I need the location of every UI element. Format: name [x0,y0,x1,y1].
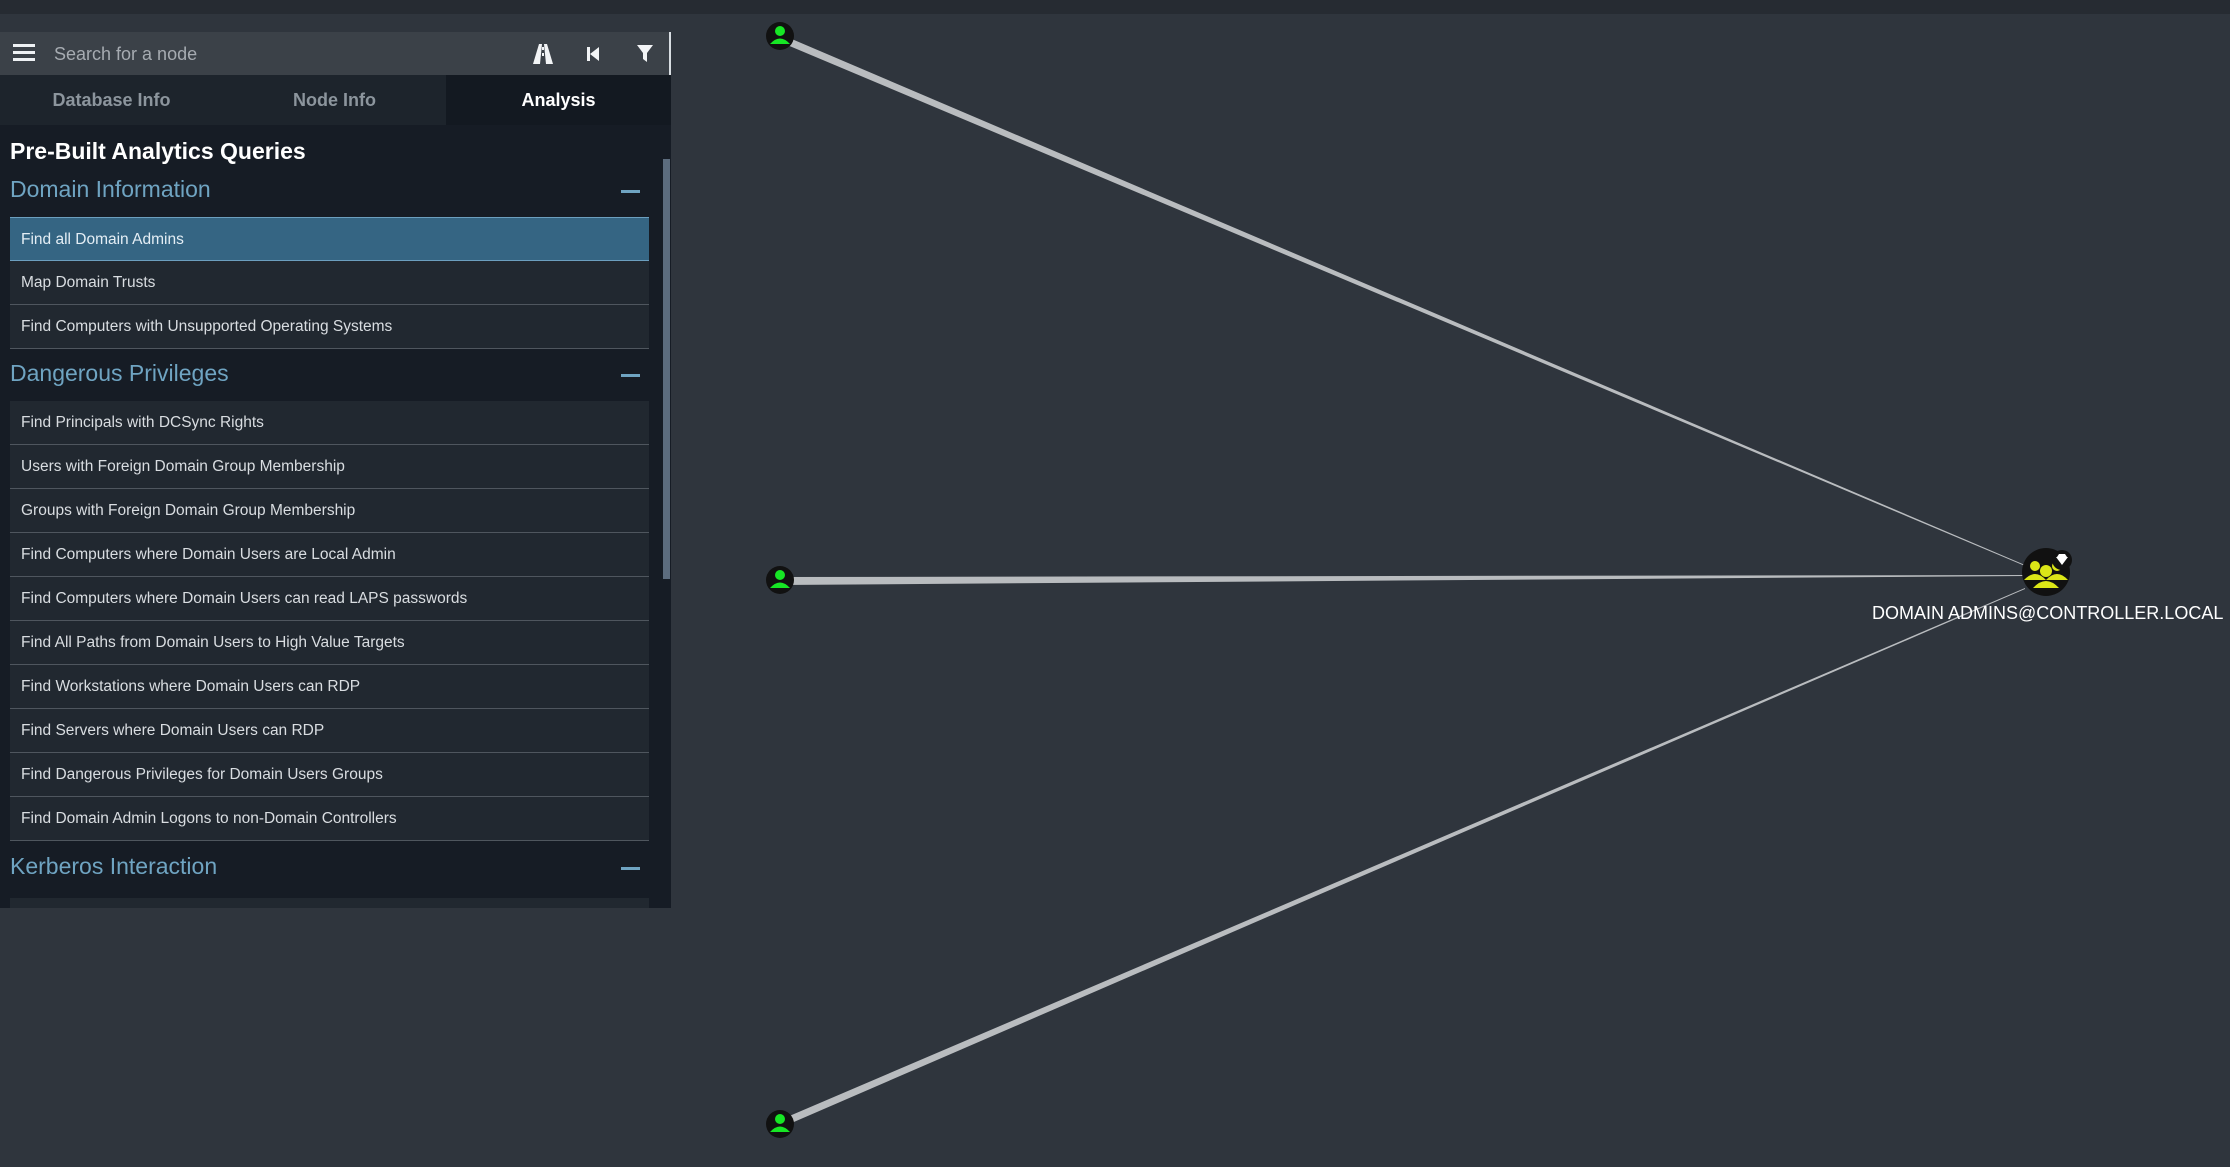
domain-information-list: Find all Domain Admins Map Domain Trusts… [10,217,649,349]
tab-analysis[interactable]: Analysis [446,75,671,125]
query-domain-admin-logons[interactable]: Find Domain Admin Logons to non-Domain C… [10,797,649,841]
section-title: Dangerous Privileges [10,360,229,386]
user-icon [775,570,785,580]
query-find-all-domain-admins[interactable]: Find all Domain Admins [10,217,649,261]
filter-icon[interactable] [632,41,658,67]
edge-user1-to-domain-admins[interactable] [780,34,2025,566]
section-title: Kerberos Interaction [10,853,218,879]
list-item[interactable] [10,898,649,908]
tab-node-info[interactable]: Node Info [223,75,446,125]
query-domain-users-read-laps[interactable]: Find Computers where Domain Users can re… [10,577,649,621]
analysis-title: Pre-Built Analytics Queries [10,138,306,164]
user-node-1[interactable] [766,22,794,50]
query-servers-rdp[interactable]: Find Servers where Domain Users can RDP [10,709,649,753]
tab-database-info[interactable]: Database Info [0,75,223,125]
hamburger-menu-icon[interactable] [13,44,35,64]
section-kerberos-interaction[interactable]: Kerberos Interaction [10,853,650,893]
panel-tabs: Database Info Node Info Analysis [0,75,671,125]
collapse-icon[interactable] [621,867,640,870]
query-dcsync-rights[interactable]: Find Principals with DCSync Rights [10,401,649,445]
domain-admins-node[interactable] [2022,548,2072,596]
user-icon [775,1114,785,1124]
user-icon [775,26,785,36]
section-domain-information[interactable]: Domain Information [10,176,650,216]
search-bar [0,32,671,75]
query-workstations-rdp[interactable]: Find Workstations where Domain Users can… [10,665,649,709]
query-unsupported-operating-systems[interactable]: Find Computers with Unsupported Operatin… [10,305,649,349]
section-dangerous-privileges[interactable]: Dangerous Privileges [10,360,650,400]
collapse-icon[interactable] [621,190,640,193]
edge-user2-to-domain-admins[interactable] [781,575,2025,585]
user-node-3[interactable] [766,1110,794,1138]
query-domain-users-local-admin[interactable]: Find Computers where Domain Users are Lo… [10,533,649,577]
query-map-domain-trusts[interactable]: Map Domain Trusts [10,261,649,305]
search-input[interactable] [52,38,496,70]
collapse-icon[interactable] [621,374,640,377]
left-panel: Database Info Node Info Analysis Pre-Bui… [0,32,671,908]
domain-admins-node-label: DOMAIN ADMINS@CONTROLLER.LOCAL [1872,603,2224,623]
kerberos-interaction-list [10,898,649,908]
query-paths-to-high-value-targets[interactable]: Find All Paths from Domain Users to High… [10,621,649,665]
dangerous-privileges-list: Find Principals with DCSync Rights Users… [10,401,649,841]
panel-scrollbar[interactable] [663,159,670,579]
section-title: Domain Information [10,176,211,202]
road-icon[interactable] [530,41,556,67]
query-users-foreign-group-membership[interactable]: Users with Foreign Domain Group Membersh… [10,445,649,489]
analysis-content: Pre-Built Analytics Queries Domain Infor… [0,125,671,908]
high-value-diamond-icon [2052,550,2072,570]
step-backward-icon[interactable] [580,41,606,67]
edge-user3-to-domain-admins[interactable] [780,588,2025,1128]
query-dangerous-privileges-domain-users[interactable]: Find Dangerous Privileges for Domain Use… [10,753,649,797]
user-node-2[interactable] [766,566,794,594]
query-groups-foreign-group-membership[interactable]: Groups with Foreign Domain Group Members… [10,489,649,533]
